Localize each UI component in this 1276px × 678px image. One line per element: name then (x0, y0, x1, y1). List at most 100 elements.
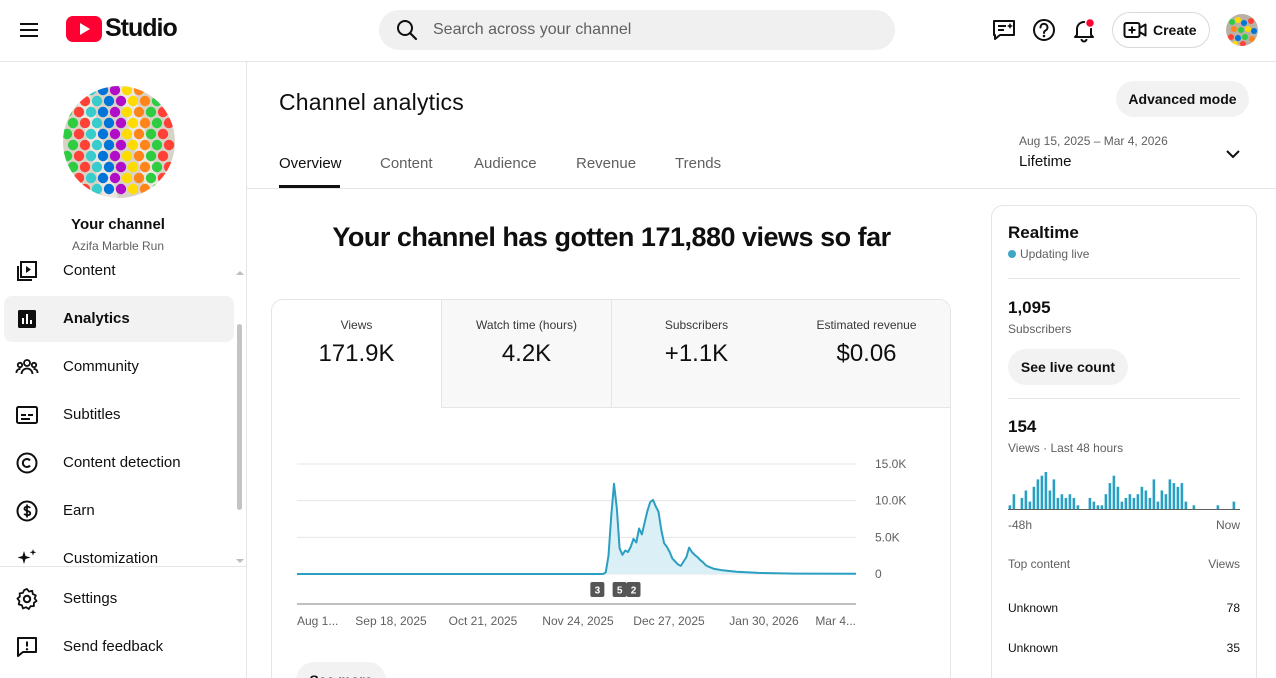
channel-avatar-image (63, 86, 175, 198)
marble-dot (139, 183, 151, 195)
realtime-bar (1056, 497, 1060, 509)
search-icon (397, 20, 418, 41)
realtime-bar (1108, 483, 1112, 509)
help-icon[interactable] (1031, 17, 1057, 43)
marble-dot (109, 106, 121, 118)
realtime-bar (1104, 494, 1108, 509)
marble-dot (103, 183, 115, 195)
marble-dot (109, 172, 121, 184)
sidebar-divider (0, 566, 246, 567)
account-avatar[interactable] (1226, 14, 1258, 46)
x-tick-label: Jan 30, 2026 (729, 614, 799, 628)
marble-dot (79, 161, 91, 173)
subscribers-label: Subscribers (1008, 322, 1072, 336)
realtime-bar (1068, 494, 1072, 509)
marble-dot (151, 161, 163, 173)
views-48h-count: 154 (1008, 417, 1037, 436)
tab-revenue[interactable]: Revenue (576, 155, 636, 172)
search-bar[interactable] (379, 10, 895, 50)
marble-dot (91, 95, 103, 107)
marble-dot (115, 117, 127, 129)
tab-trends[interactable]: Trends (675, 155, 721, 172)
marble-dot (73, 172, 85, 184)
marble-dot (79, 139, 91, 151)
search-input[interactable] (433, 21, 853, 39)
marble-dot (103, 139, 115, 151)
see-more-button[interactable]: See more (296, 662, 386, 678)
sidebar-item-analytics[interactable]: Analytics (4, 296, 234, 342)
sidebar-item-send-feedback[interactable]: Send feedback (4, 624, 234, 670)
date-range-text[interactable]: Aug 15, 2025 – Mar 4, 2026 (1019, 134, 1168, 148)
y-tick-label: 10.0K (875, 494, 906, 508)
realtime-bar-chart[interactable] (1008, 468, 1240, 510)
sidebar-item-earn[interactable]: Earn (4, 488, 234, 534)
feedback-chat-icon[interactable] (991, 17, 1017, 43)
marble-dot (67, 161, 79, 173)
marble-dot (157, 128, 169, 140)
sidebar-scrollbar[interactable] (237, 324, 242, 510)
sidebar: Your channel Azifa Marble Run Content An… (0, 62, 247, 678)
y-tick-label: 0 (875, 567, 882, 581)
live-indicator-dot (1008, 250, 1016, 258)
views-chart[interactable]: 15.0K 10.0K 5.0K 0 3 5 2 Aug 1... Sep 18, 2025 Oc… (272, 300, 951, 640)
notifications-bell-icon[interactable] (1071, 17, 1097, 43)
sidebar-item-label: Settings (63, 590, 118, 607)
realtime-bar (1112, 475, 1116, 509)
marble-dot (151, 95, 163, 107)
top-content-title[interactable]: Unknown (1008, 641, 1058, 655)
marble-dot (97, 150, 109, 162)
sidebar-item-label: Subtitles (63, 406, 121, 423)
marble-dot (115, 183, 127, 195)
see-live-count-button[interactable]: See live count (1008, 349, 1128, 385)
sidebar-item-community[interactable]: Community (4, 344, 234, 390)
marble-dot (139, 161, 151, 173)
sidebar-item-content-detection[interactable]: Content detection (4, 440, 234, 486)
realtime-bar (1124, 497, 1128, 509)
marble-dot (127, 117, 139, 129)
realtime-bar (1140, 486, 1144, 509)
analytics-icon (18, 310, 36, 328)
realtime-bar (1192, 505, 1196, 509)
views-headline: Your channel has gotten 171,880 views so… (332, 222, 891, 252)
advanced-mode-button[interactable]: Advanced mode (1116, 81, 1249, 117)
scroll-up-arrow[interactable] (236, 271, 244, 275)
marble-dot (85, 172, 97, 184)
realtime-bar (1148, 497, 1152, 509)
sidebar-item-subtitles[interactable]: Subtitles (4, 392, 234, 438)
top-content-views: 35 (1226, 641, 1240, 655)
marble-dot (145, 128, 157, 140)
realtime-bar (1024, 490, 1028, 509)
studio-logo[interactable]: Studio (66, 14, 178, 43)
realtime-bar (1116, 486, 1120, 509)
channel-title[interactable]: Your channel (0, 216, 236, 233)
logo-text: Studio (105, 14, 178, 42)
chevron-down-icon[interactable] (1222, 143, 1244, 165)
tab-audience[interactable]: Audience (474, 155, 537, 172)
marble-dot (157, 172, 169, 184)
scroll-down-arrow[interactable] (236, 559, 244, 563)
realtime-bar (1020, 497, 1024, 509)
marble-dot (79, 95, 91, 107)
tab-content[interactable]: Content (380, 155, 433, 172)
create-button-label: Create (1153, 22, 1197, 38)
realtime-bar (1216, 505, 1220, 509)
channel-avatar[interactable] (63, 86, 175, 198)
sidebar-item-customization[interactable]: Customization (4, 536, 234, 566)
sidebar-item-content[interactable]: Content (4, 258, 234, 294)
marble-dot (145, 106, 157, 118)
sidebar-item-settings[interactable]: Settings (4, 576, 234, 622)
sidebar-item-label: Earn (63, 502, 95, 519)
dollar-icon (16, 500, 38, 522)
marble-dot (163, 95, 175, 107)
marble-dot (151, 117, 163, 129)
marble-dot (157, 150, 169, 162)
create-button[interactable]: Create (1112, 12, 1210, 48)
top-bar: Studio Create (0, 0, 1276, 62)
realtime-bar (1076, 505, 1080, 509)
tab-overview[interactable]: Overview (279, 155, 342, 172)
top-content-title[interactable]: Unknown (1008, 601, 1058, 615)
marble-dot (127, 161, 139, 173)
realtime-bar (1172, 483, 1176, 509)
hamburger-menu-icon[interactable] (17, 18, 41, 42)
date-range-label[interactable]: Lifetime (1019, 153, 1072, 170)
